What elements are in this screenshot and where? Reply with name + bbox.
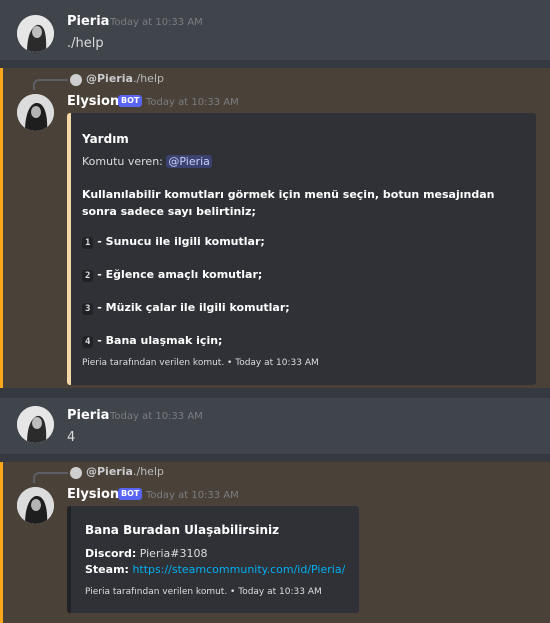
steam-link[interactable]: https://steamcommunity.com/id/Pieria/: [132, 563, 345, 576]
contact-embed: Bana Buradan Ulaşabilirsiniz Discord: Pi…: [67, 506, 359, 613]
message-bot-2: @Pieria ./help Elysion BOT Today at 10:3…: [0, 462, 550, 623]
user-avatar[interactable]: [17, 406, 54, 443]
item-text: - Bana ulaşmak için;: [97, 334, 223, 347]
bot-username[interactable]: Elysion: [67, 94, 119, 109]
steam-line: Steam: https://steamcommunity.com/id/Pie…: [85, 563, 345, 576]
timestamp: Today at 10:33 AM: [110, 411, 203, 422]
message-content: ./help: [67, 36, 104, 51]
command-item-4: 4 - Bana ulaşmak için;: [82, 334, 223, 348]
message-content: 4: [67, 430, 76, 445]
user-avatar[interactable]: [17, 15, 54, 52]
item-number: 3: [82, 303, 94, 315]
item-number: 4: [82, 336, 94, 348]
bot-username[interactable]: Elysion: [67, 487, 119, 502]
item-text: - Müzik çalar ile ilgili komutlar;: [97, 301, 290, 314]
timestamp: Today at 10:33 AM: [146, 97, 239, 108]
item-number: 2: [82, 270, 94, 282]
timestamp: Today at 10:33 AM: [146, 490, 239, 501]
reply-username[interactable]: @Pieria: [86, 465, 133, 478]
item-number: 1: [82, 237, 94, 249]
bot-avatar[interactable]: [17, 94, 54, 131]
reply-avatar: [70, 74, 82, 86]
reply-username[interactable]: @Pieria: [86, 72, 133, 85]
command-item-2: 2 - Eğlence amaçlı komutlar;: [82, 268, 263, 282]
timestamp: Today at 10:33 AM: [110, 17, 203, 28]
command-item-1: 1 - Sunucu ile ilgili komutlar;: [82, 235, 265, 249]
discord-value: Pieria#3108: [139, 547, 208, 560]
reply-spine: [33, 79, 68, 90]
username[interactable]: Pieria: [67, 14, 109, 29]
requester-label: Komutu veren:: [82, 155, 163, 168]
bot-badge: BOT: [118, 488, 143, 500]
command-item-3: 3 - Müzik çalar ile ilgili komutlar;: [82, 301, 290, 315]
embed-title: Yardım: [82, 132, 129, 146]
requester-mention[interactable]: @Pieria: [166, 155, 212, 168]
steam-label: Steam:: [85, 563, 129, 576]
embed-footer: Pieria tarafından verilen komut. • Today…: [85, 587, 322, 597]
embed-footer: Pieria tarafından verilen komut. • Today…: [82, 358, 319, 368]
item-text: - Sunucu ile ilgili komutlar;: [97, 235, 265, 248]
message-user-1: Pieria Today at 10:33 AM ./help: [0, 0, 550, 60]
message-bot-1: @Pieria ./help Elysion BOT Today at 10:3…: [0, 68, 550, 388]
discord-label: Discord:: [85, 547, 137, 560]
embed-requester: Komutu veren: @Pieria: [82, 155, 212, 168]
discord-line: Discord: Pieria#3108: [85, 547, 207, 560]
embed-description: Kullanılabilir komutları görmek için men…: [82, 188, 495, 218]
message-user-2: Pieria Today at 10:33 AM 4: [0, 398, 550, 454]
reply-spine: [33, 472, 68, 483]
embed-title: Bana Buradan Ulaşabilirsiniz: [85, 523, 280, 537]
reply-content[interactable]: ./help: [133, 72, 164, 85]
reply-avatar: [70, 467, 82, 479]
bot-badge: BOT: [118, 95, 143, 107]
item-text: - Eğlence amaçlı komutlar;: [97, 268, 263, 281]
help-embed: Yardım Komutu veren: @Pieria Kullanılabi…: [67, 113, 536, 385]
reply-content[interactable]: ./help: [133, 465, 164, 478]
bot-avatar[interactable]: [17, 487, 54, 524]
username[interactable]: Pieria: [67, 408, 109, 423]
